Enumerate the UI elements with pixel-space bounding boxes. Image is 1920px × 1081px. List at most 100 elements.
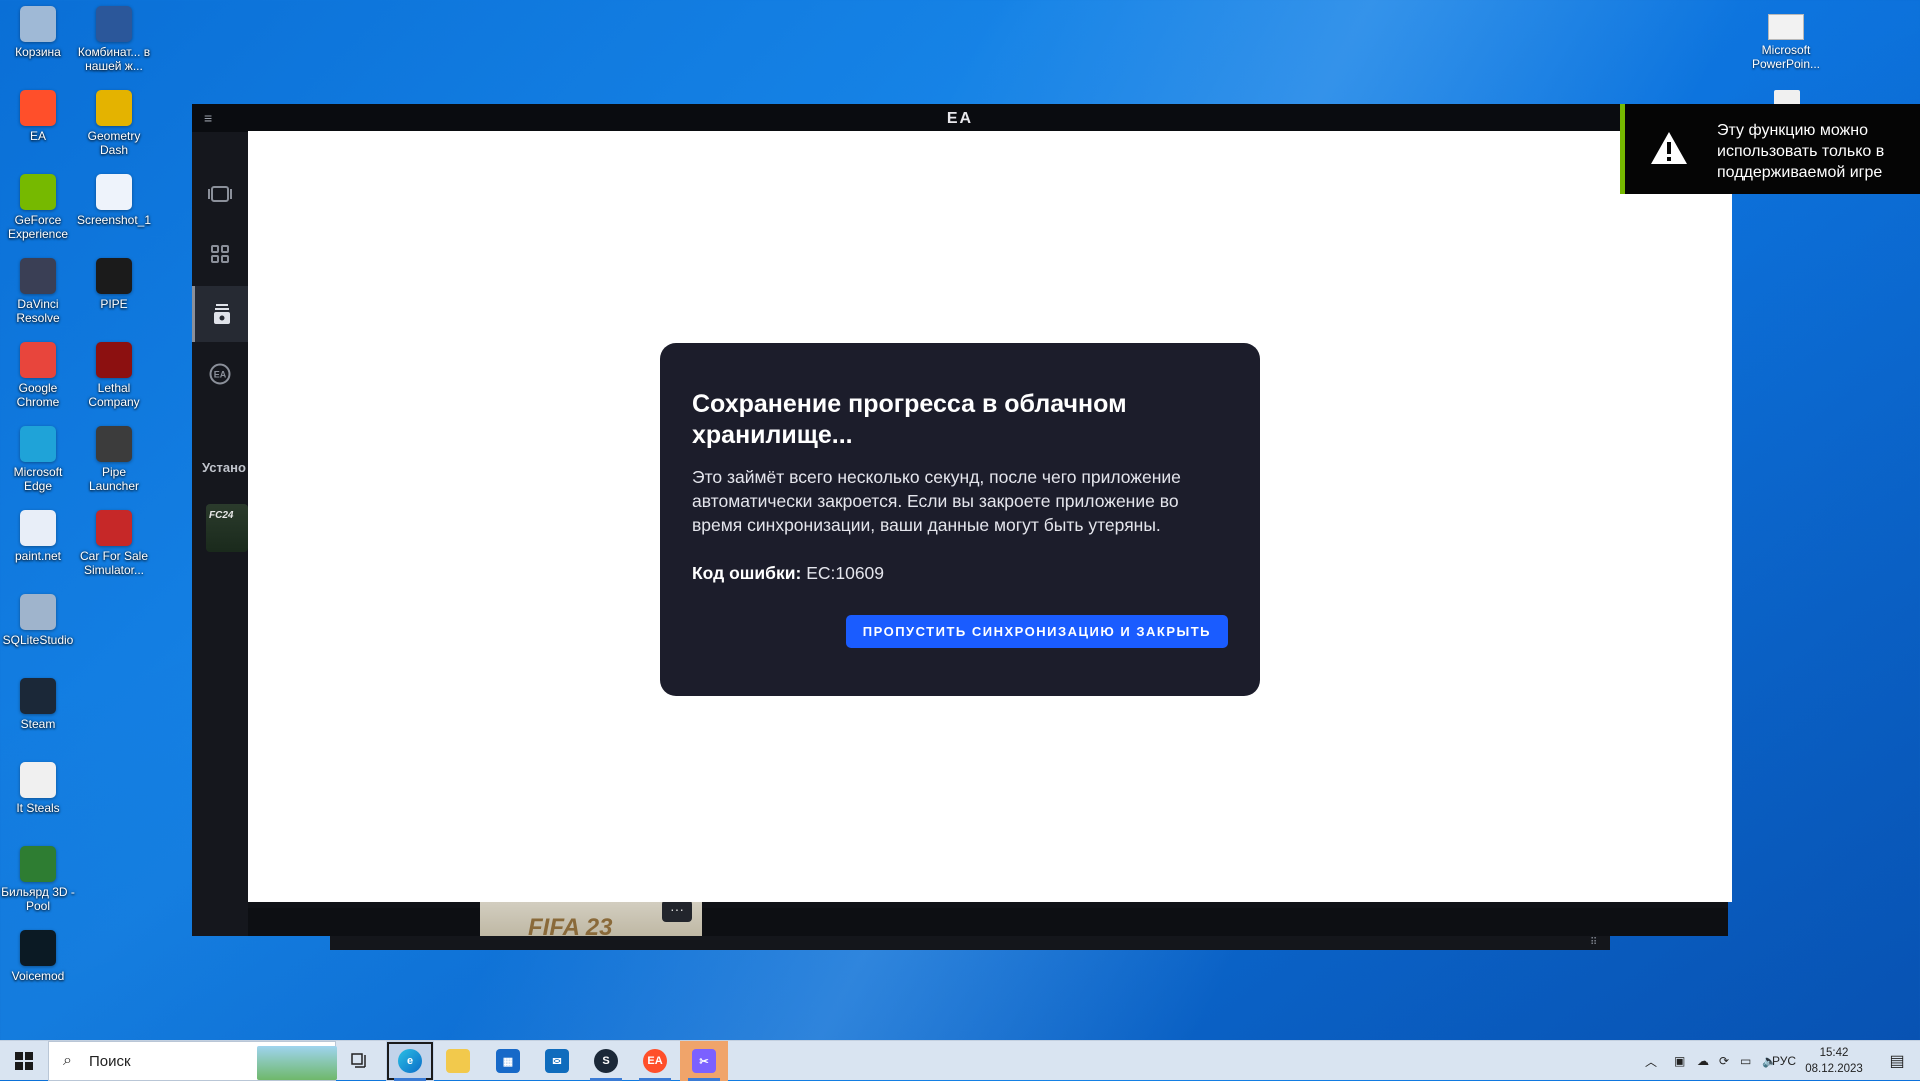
start-button[interactable]: [0, 1041, 48, 1081]
overlay-notification: Эту функцию можно использовать только в …: [1620, 104, 1920, 194]
document-file-icon[interactable]: [1774, 90, 1800, 104]
tray-chevron-icon[interactable]: ︿: [1645, 1041, 1657, 1081]
mail-icon: ✉: [545, 1049, 569, 1073]
desktop-icon[interactable]: Steam: [0, 678, 76, 731]
desktop-icon-label: paint.net: [14, 549, 62, 563]
resize-grip-icon[interactable]: ⠿: [1590, 937, 1597, 948]
voicemod-icon: [20, 930, 56, 966]
desktop-icon-label: SQLiteStudio: [2, 633, 74, 647]
desktop-icon[interactable]: Voicemod: [0, 930, 76, 983]
grid-icon[interactable]: [192, 226, 248, 282]
desktop-icon[interactable]: Комбинат... в нашей ж...: [76, 6, 152, 73]
geometry-dash-icon: [96, 90, 132, 126]
desktop-icon-label: Screenshot_1: [76, 213, 152, 227]
tray-device-icon[interactable]: ▣: [1674, 1041, 1685, 1081]
ea-icon: [20, 90, 56, 126]
taskbar-store[interactable]: ▦: [484, 1041, 532, 1081]
taskbar-steam[interactable]: S: [582, 1041, 630, 1081]
davinci-icon: [20, 258, 56, 294]
desktop-icon-label: Корзина: [15, 45, 61, 59]
pipe-icon: [96, 258, 132, 294]
taskbar-mail[interactable]: ✉: [533, 1041, 581, 1081]
desktop-icon[interactable]: SQLiteStudio: [0, 594, 76, 647]
more-options-button[interactable]: ···: [662, 900, 692, 922]
tray-sync-icon[interactable]: ⟳: [1719, 1041, 1729, 1081]
desktop-icon-label: GeForce Experience: [7, 213, 69, 241]
error-line: Код ошибки: EC:10609: [692, 561, 1228, 585]
dialog-body: Это займёт всего несколько секунд, после…: [692, 467, 1181, 535]
ea-logo-icon[interactable]: EA: [192, 346, 248, 402]
search-placeholder: Поиск: [89, 1053, 131, 1070]
desktop-icon[interactable]: Geometry Dash: [76, 90, 152, 157]
desktop-icon-label: Pipe Launcher: [88, 465, 140, 493]
lethal-company-icon: [96, 342, 132, 378]
tray-onedrive-icon[interactable]: ☁: [1697, 1041, 1709, 1081]
desktop-icon[interactable]: Бильярд 3D - Pool: [0, 846, 76, 913]
warning-icon: [1651, 132, 1687, 164]
desktop-icon[interactable]: PIPE: [76, 258, 152, 311]
car-for-sale-icon: [96, 510, 132, 546]
store-icon: ▦: [496, 1049, 520, 1073]
taskbar-search-box[interactable]: ⌕ Поиск: [48, 1041, 337, 1081]
desktop-icon-label: Geometry Dash: [87, 129, 141, 157]
desktop-icon[interactable]: Корзина: [0, 6, 76, 59]
ea-bottom-area: [248, 908, 1728, 936]
desktop-icon-label: PIPE: [100, 297, 128, 311]
windows-logo-icon: [15, 1052, 33, 1070]
cloud-sync-dialog: Сохранение прогресса в облачном хранилищ…: [660, 343, 1260, 696]
taskbar-snipping[interactable]: ✂: [680, 1041, 728, 1081]
desktop-icon[interactable]: It Steals: [0, 762, 76, 815]
error-code: EC:10609: [806, 563, 885, 583]
desktop-icon-label: DaVinci Resolve: [16, 297, 60, 325]
sidebar-game-thumbnail[interactable]: FC24: [206, 504, 248, 552]
game-thumb-label: FC24: [209, 510, 234, 521]
desktop-icon[interactable]: Screenshot_1: [76, 174, 152, 227]
desktop-icon[interactable]: Microsoft Edge: [0, 426, 76, 493]
clock-time: 15:42: [1819, 1047, 1849, 1059]
desktop-icon-label: Lethal Company: [88, 381, 140, 409]
desktop-icon[interactable]: EA: [0, 90, 76, 143]
tray-network-icon[interactable]: ▭: [1740, 1041, 1751, 1081]
edge-icon: [20, 426, 56, 462]
clock-date: 08.12.2023: [1805, 1063, 1863, 1075]
desktop-icon-label: Google Chrome: [16, 381, 60, 409]
paintnet-icon: [20, 510, 56, 546]
word-document-icon: [96, 6, 132, 42]
tray-language[interactable]: РУС: [1772, 1041, 1796, 1081]
ea-window-title: EA: [946, 110, 974, 127]
steam-icon: S: [594, 1049, 618, 1073]
folder-icon: [446, 1049, 470, 1073]
powerpoint-file-icon: [1768, 14, 1804, 40]
taskbar-file-explorer[interactable]: [434, 1041, 482, 1081]
taskbar-edge[interactable]: e: [386, 1041, 434, 1081]
taskbar-ea[interactable]: EA: [631, 1041, 679, 1081]
desktop-icon[interactable]: DaVinci Resolve: [0, 258, 76, 325]
desktop-icon-label: Microsoft PowerPoin...: [1751, 43, 1821, 71]
desktop-icon[interactable]: Pipe Launcher: [76, 426, 152, 493]
skip-sync-and-close-button[interactable]: ПРОПУСТИТЬ СИНХРОНИЗАЦИЮ И ЗАКРЫТЬ: [845, 615, 1228, 648]
sidebar-installed-label: Устано: [202, 460, 246, 475]
svg-text:EA: EA: [214, 370, 227, 380]
desktop-icon[interactable]: paint.net: [0, 510, 76, 563]
search-highlight-image: [257, 1046, 337, 1080]
taskbar-clock[interactable]: 15:42 08.12.2023: [1796, 1045, 1872, 1077]
desktop-icon[interactable]: GeForce Experience: [0, 174, 76, 241]
desktop-icon-label: EA: [29, 129, 46, 143]
desktop-icon-label: Voicemod: [11, 969, 65, 983]
task-view-icon: [351, 1053, 366, 1068]
action-center-icon[interactable]: ▤: [1874, 1041, 1920, 1081]
it-steals-icon: [20, 762, 56, 798]
desktop-icon-powerpoint[interactable]: Microsoft PowerPoin...: [1746, 14, 1826, 71]
steam-icon: [20, 678, 56, 714]
taskbar: ⌕ Поиск e ▦ ✉ S EA ✂ ︿ ▣ ☁ ⟳ ▭ 🔈 РУС 15:…: [0, 1040, 1920, 1081]
dialog-title: Сохранение прогресса в облачном хранилищ…: [692, 390, 1127, 449]
desktop-icon[interactable]: Lethal Company: [76, 342, 152, 409]
carousel-icon[interactable]: [192, 166, 248, 222]
desktop-icon[interactable]: Google Chrome: [0, 342, 76, 409]
library-icon[interactable]: [192, 286, 248, 342]
edge-icon: e: [398, 1049, 422, 1073]
billiards-icon: [20, 846, 56, 882]
task-view-button[interactable]: [336, 1041, 384, 1081]
desktop-icon[interactable]: Car For Sale Simulator...: [76, 510, 152, 577]
ea-icon: EA: [643, 1049, 667, 1073]
